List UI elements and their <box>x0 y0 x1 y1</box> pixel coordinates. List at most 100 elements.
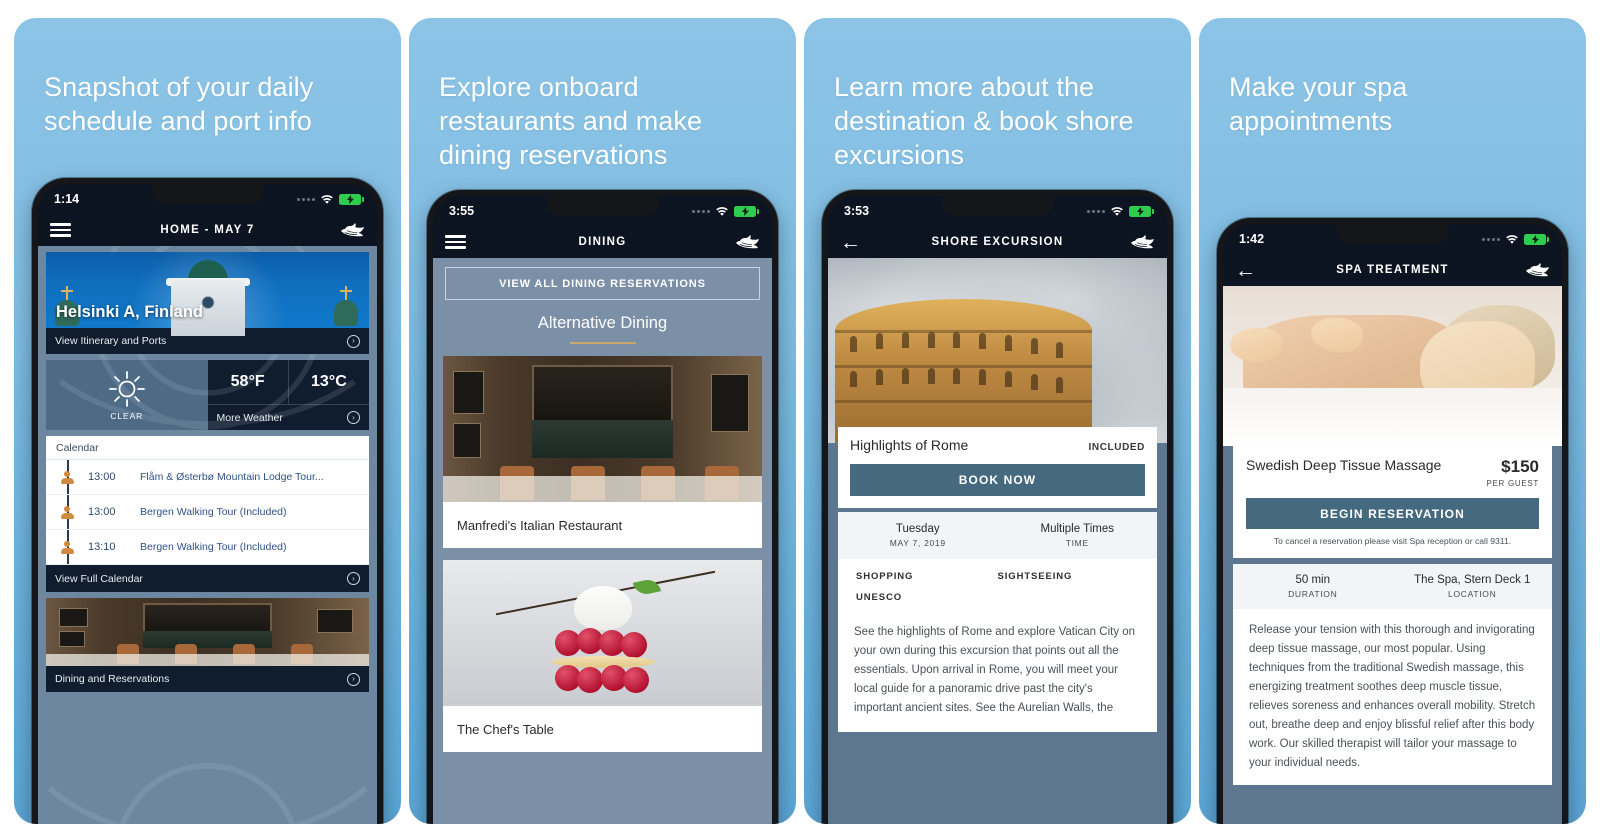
restaurant-card[interactable]: Manfredi's Italian Restaurant <box>443 356 762 548</box>
spa-cancel-note: To cancel a reservation please visit Spa… <box>1273 536 1512 546</box>
view-full-calendar-row[interactable]: View Full Calendar › <box>46 565 369 592</box>
signal-dots-icon <box>1087 209 1105 213</box>
phone-screen-excursion: 3:53 ← SHORE EXCURSION Highlights of Rom… <box>828 196 1167 824</box>
dining-reservations-card[interactable]: Dining and Reservations › <box>46 598 369 692</box>
temperature-celsius: 13°C <box>311 373 347 390</box>
home-screen-body: Helsinki A, Finland View Itinerary and P… <box>38 246 377 824</box>
calendar-row[interactable]: 13:00 Bergen Walking Tour (Included) <box>46 495 369 530</box>
hamburger-menu-icon[interactable] <box>445 235 466 249</box>
raspberry-dessert-image <box>443 560 762 706</box>
phone-notch <box>546 196 659 216</box>
status-indicators <box>297 193 364 205</box>
calendar-event-title: Bergen Walking Tour (Included) <box>140 541 287 553</box>
person-tour-icon <box>46 540 88 554</box>
calendar-time: 13:10 <box>88 541 116 553</box>
weather-condition-label: CLEAR <box>110 411 144 421</box>
excursion-screen-body: Highlights of Rome INCLUDED BOOK NOW Tue… <box>828 258 1167 824</box>
weather-widget[interactable]: CLEAR 58°F 13°C More Weather › <box>46 360 369 430</box>
spa-screen-body: Swedish Deep Tissue Massage $150 PER GUE… <box>1223 286 1562 824</box>
view-itinerary-label: View Itinerary and Ports <box>55 335 167 347</box>
promo-headline-spa: Make your spa appointments <box>1229 72 1408 136</box>
wifi-icon <box>1110 206 1124 217</box>
excursion-tag: UNESCO <box>856 592 903 603</box>
more-weather-row[interactable]: More Weather › <box>207 404 369 430</box>
wifi-icon <box>1505 234 1519 245</box>
viking-ship-icon[interactable] <box>1129 234 1155 250</box>
promo-headline-excursion: Learn more about the destination & book … <box>834 72 1134 170</box>
chevron-right-circle-icon[interactable]: › <box>347 334 360 348</box>
view-all-dining-reservations-button[interactable]: VIEW ALL DINING RESERVATIONS <box>445 267 760 300</box>
status-bar: 1:14 <box>38 184 377 214</box>
phone-notch <box>941 196 1054 216</box>
dining-reservations-label: Dining and Reservations <box>55 673 170 685</box>
port-hero-image: Helsinki A, Finland <box>46 252 369 336</box>
excursion-meta-strip: Tuesday MAY 7, 2019 Multiple Times TIME <box>838 512 1157 559</box>
spa-location-label: LOCATION <box>1448 589 1497 599</box>
status-time: 3:53 <box>844 204 870 218</box>
viking-ship-icon[interactable] <box>1524 262 1550 278</box>
nav-left-slot[interactable] <box>445 235 475 249</box>
status-bar: 1:42 <box>1223 224 1562 254</box>
chevron-right-circle-icon[interactable]: › <box>347 572 360 585</box>
nav-left-slot[interactable] <box>50 223 80 237</box>
status-indicators <box>692 205 759 217</box>
nav-left-slot[interactable]: ← <box>840 232 870 253</box>
excursion-time-label: TIME <box>1065 538 1089 548</box>
nav-right-slot[interactable] <box>335 222 365 238</box>
status-time: 3:55 <box>449 204 475 218</box>
chevron-right-circle-icon[interactable]: › <box>347 411 360 424</box>
calendar-card: Calendar 13:00 Flåm & Østerbø Mountain L… <box>46 436 369 592</box>
phone-frame-dining: 3:55 DINING VIEW ALL DINING RESERVATIONS… <box>427 190 778 824</box>
viking-ship-icon[interactable] <box>734 234 760 250</box>
excursion-date-cell: Tuesday MAY 7, 2019 <box>838 523 998 548</box>
view-full-calendar-label: View Full Calendar <box>55 572 143 585</box>
promo-headline-home: Snapshot of your daily schedule and port… <box>44 72 314 136</box>
back-arrow-icon[interactable]: ← <box>1235 260 1256 281</box>
calendar-row[interactable]: 13:00 Flåm & Østerbø Mountain Lodge Tour… <box>46 460 369 495</box>
restaurant-name: Manfredi's Italian Restaurant <box>457 517 623 533</box>
restaurant-name: The Chef's Table <box>457 721 554 737</box>
nav-title-spa: SPA TREATMENT <box>1336 264 1449 276</box>
excursion-title-row: Highlights of Rome INCLUDED <box>850 437 1145 453</box>
promo-panel-excursion: Learn more about the destination & book … <box>804 18 1191 824</box>
phone-frame-excursion: 3:53 ← SHORE EXCURSION Highlights of Rom… <box>822 190 1173 824</box>
promo-headline-dining: Explore onboard restaurants and make din… <box>439 72 703 170</box>
massage-spa-image <box>1223 286 1562 446</box>
spa-duration-cell: 50 min DURATION <box>1233 574 1393 599</box>
dining-screen-body: VIEW ALL DINING RESERVATIONS Alternative… <box>433 258 772 824</box>
section-divider <box>569 342 636 344</box>
excursion-summary-card: Highlights of Rome INCLUDED BOOK NOW <box>838 427 1157 508</box>
excursion-date-label: MAY 7, 2019 <box>889 538 946 548</box>
restaurant-interior-image <box>443 356 762 502</box>
back-arrow-icon[interactable]: ← <box>840 232 861 253</box>
hamburger-menu-icon[interactable] <box>50 223 71 237</box>
app-navbar-spa: ← SPA TREATMENT <box>1223 254 1562 286</box>
calendar-event-title: Flåm & Østerbø Mountain Lodge Tour... <box>140 471 324 483</box>
signal-dots-icon <box>297 197 315 201</box>
nav-left-slot[interactable]: ← <box>1235 260 1265 281</box>
spa-price-unit: PER GUEST <box>1486 479 1539 488</box>
book-now-button[interactable]: BOOK NOW <box>850 464 1145 496</box>
viking-ship-icon[interactable] <box>339 222 365 238</box>
dining-reservations-row[interactable]: Dining and Reservations › <box>46 666 369 692</box>
battery-charging-icon <box>1129 205 1154 217</box>
status-bar: 3:53 <box>828 196 1167 226</box>
port-card[interactable]: Helsinki A, Finland View Itinerary and P… <box>46 252 369 354</box>
helsinki-cathedral-icon <box>165 260 251 336</box>
nav-right-slot[interactable] <box>1520 262 1550 278</box>
begin-reservation-button[interactable]: BEGIN RESERVATION <box>1246 498 1539 529</box>
nav-right-slot[interactable] <box>1125 234 1155 250</box>
promo-screenshot-strip: Snapshot of your daily schedule and port… <box>0 0 1600 838</box>
status-bar: 3:55 <box>433 196 772 226</box>
phone-screen-dining: 3:55 DINING VIEW ALL DINING RESERVATIONS… <box>433 196 772 824</box>
spa-location-value: The Spa, Stern Deck 1 <box>1414 574 1531 586</box>
alternative-dining-heading: Alternative Dining <box>537 314 668 332</box>
restaurant-card[interactable]: The Chef's Table <box>443 560 762 752</box>
nav-right-slot[interactable] <box>730 234 760 250</box>
chevron-right-circle-icon[interactable]: › <box>347 672 360 686</box>
phone-notch <box>1336 224 1449 244</box>
nav-title-dining: DINING <box>578 236 627 248</box>
calendar-row[interactable]: 13:10 Bergen Walking Tour (Included) <box>46 530 369 565</box>
battery-charging-icon <box>339 193 364 205</box>
app-navbar-excursion: ← SHORE EXCURSION <box>828 226 1167 258</box>
